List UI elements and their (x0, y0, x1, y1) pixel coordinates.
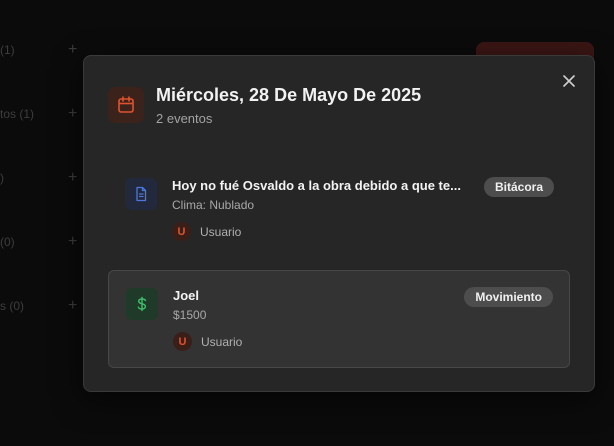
event-type-badge: Bitácora (483, 177, 554, 197)
avatar: U (172, 222, 191, 241)
day-events-dialog: Miércoles, 28 De Mayo De 2025 2 eventos … (83, 55, 595, 392)
dialog-title: Miércoles, 28 De Mayo De 2025 (156, 85, 422, 105)
document-icon (136, 186, 147, 202)
add-icon: + (68, 41, 78, 58)
add-icon: + (68, 105, 78, 122)
dollar-icon (137, 296, 147, 312)
event-detail: Clima: Nublado (172, 198, 255, 212)
avatar: U (173, 332, 192, 351)
header-icon-box (108, 87, 144, 123)
event-detail: $1500 (173, 308, 207, 322)
calendar-icon (118, 96, 134, 113)
user-name: Usuario (200, 224, 242, 239)
event-item[interactable]: Hoy no fué Osvaldo a la obra debido a qu… (108, 161, 570, 259)
add-icon: + (68, 297, 78, 314)
event-count: 2 eventos (156, 111, 213, 126)
event-user: U Usuario (172, 222, 241, 241)
add-icon: + (68, 233, 78, 250)
event-type-badge: Movimiento (464, 287, 553, 307)
close-icon (563, 75, 575, 87)
close-button[interactable] (558, 70, 580, 92)
event-user: U Usuario (173, 332, 242, 351)
event-icon-box (126, 288, 158, 320)
user-name: Usuario (201, 334, 243, 349)
event-title: Joel (173, 288, 200, 303)
event-title: Hoy no fué Osvaldo a la obra debido a qu… (172, 178, 461, 193)
event-icon-box (125, 178, 157, 210)
event-item[interactable]: Joel $1500 U Usuario Movimiento (108, 270, 570, 368)
add-icon: + (68, 169, 78, 186)
